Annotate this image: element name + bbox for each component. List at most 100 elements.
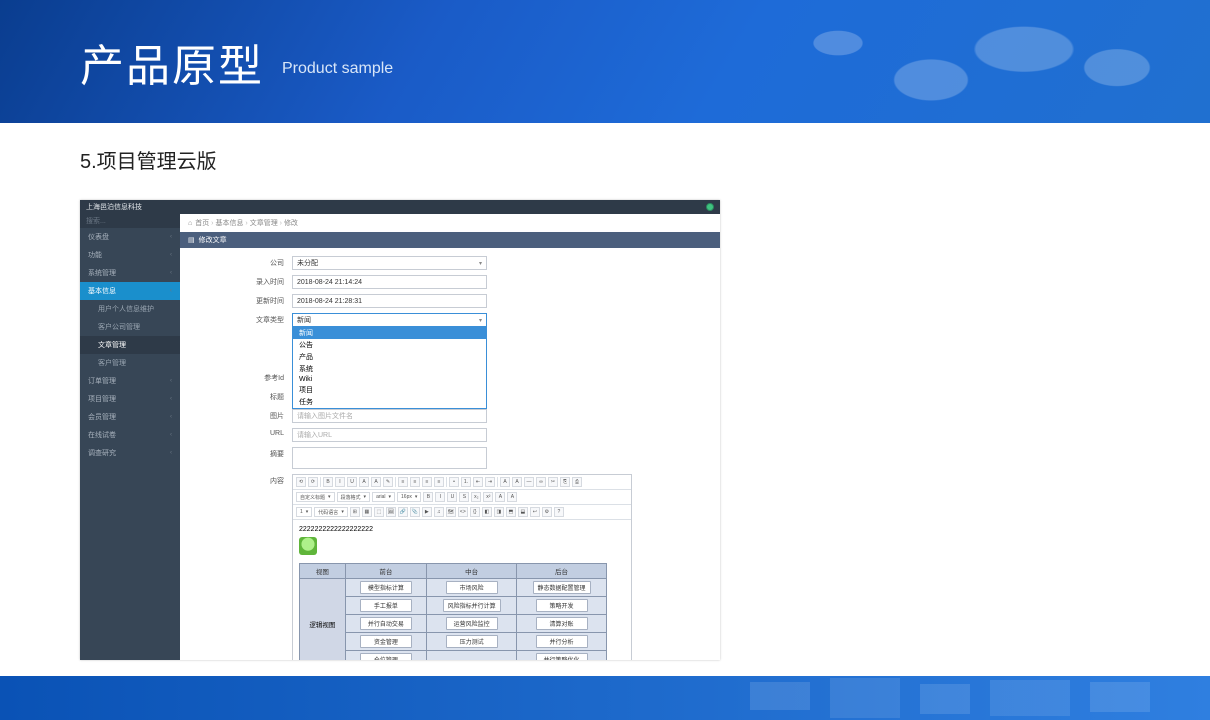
sidebar-item-基本信息[interactable]: 基本信息‹ xyxy=(80,282,180,300)
cell-button[interactable]: 风险指标并行计算 xyxy=(443,599,501,612)
editor-btn-1[interactable]: ⟳ xyxy=(308,477,318,487)
editor-btn-16[interactable]: 1. xyxy=(461,477,471,487)
type-option[interactable]: 项目 xyxy=(293,384,486,396)
breadcrumb-part[interactable]: 文章管理 xyxy=(250,220,278,227)
sidebar-item-客户管理[interactable]: 客户管理 xyxy=(80,354,180,372)
editor-btn-15[interactable]: • xyxy=(449,477,459,487)
editor-btn-21[interactable]: A xyxy=(512,477,522,487)
editor-tool-5[interactable]: 📎 xyxy=(410,507,420,517)
type-option[interactable]: 系统 xyxy=(293,363,486,375)
sidebar-item-用户个人信息维护[interactable]: 用户个人信息维护 xyxy=(80,300,180,318)
editor-tool-3[interactable]: 🖼 xyxy=(386,507,396,517)
home-icon[interactable]: ⌂ xyxy=(188,220,192,227)
editor-btn-10[interactable]: ≡ xyxy=(398,477,408,487)
editor-tool-14[interactable]: ⬓ xyxy=(518,507,528,517)
editor-fmt-2[interactable]: U xyxy=(447,492,457,502)
editor-select[interactable]: 16px▾ xyxy=(397,492,421,502)
editor-select[interactable]: 段落格式▾ xyxy=(337,492,371,502)
type-option[interactable]: 产品 xyxy=(293,351,486,363)
sidebar-search[interactable]: 搜索... xyxy=(80,214,180,228)
update-time-field[interactable]: 2018-08-24 21:28:31 xyxy=(292,294,487,308)
editor-btn-24[interactable]: ✂ xyxy=(548,477,558,487)
sidebar-item-客户公司管理[interactable]: 客户公司管理 xyxy=(80,318,180,336)
summary-field[interactable] xyxy=(292,447,487,469)
editor-btn-7[interactable]: A xyxy=(371,477,381,487)
sidebar-item-项目管理[interactable]: 项目管理‹ xyxy=(80,390,180,408)
editor-btn-0[interactable]: ⟲ xyxy=(296,477,306,487)
editor-fmt-7[interactable]: A xyxy=(507,492,517,502)
sidebar-item-仪表盘[interactable]: 仪表盘‹ xyxy=(80,228,180,246)
editor-tool-7[interactable]: ♫ xyxy=(434,507,444,517)
editor-tool-15[interactable]: ↩ xyxy=(530,507,540,517)
editor-btn-18[interactable]: ⇥ xyxy=(485,477,495,487)
editor-tool-8[interactable]: 🗺 xyxy=(446,507,456,517)
type-option[interactable]: 新闻 xyxy=(293,327,486,339)
cell-button[interactable]: 静态数据配置管理 xyxy=(533,581,591,594)
entry-time-field[interactable]: 2018-08-24 21:14:24 xyxy=(292,275,487,289)
sidebar-item-会员管理[interactable]: 会员管理‹ xyxy=(80,408,180,426)
editor-btn-17[interactable]: ⇤ xyxy=(473,477,483,487)
editor-fmt-5[interactable]: x² xyxy=(483,492,493,502)
editor-btn-26[interactable]: ⎙ xyxy=(572,477,582,487)
notification-icon[interactable] xyxy=(706,203,714,211)
breadcrumb-part[interactable]: 首页 xyxy=(195,220,209,227)
editor-btn-11[interactable]: ≡ xyxy=(410,477,420,487)
type-option[interactable]: 任务 xyxy=(293,396,486,408)
breadcrumb-part[interactable]: 基本信息 xyxy=(215,220,243,227)
sidebar-item-功能[interactable]: 功能‹ xyxy=(80,246,180,264)
editor-btn-5[interactable]: U xyxy=(347,477,357,487)
sidebar-item-文章管理[interactable]: 文章管理 xyxy=(80,336,180,354)
editor-fmt-0[interactable]: B xyxy=(423,492,433,502)
image-field[interactable]: 请输入图片文件名 xyxy=(292,409,487,423)
cell-button[interactable]: 并行自动交易 xyxy=(360,617,412,630)
editor-btn-20[interactable]: A xyxy=(500,477,510,487)
type-select[interactable]: 新闻 ▾ xyxy=(292,313,487,327)
editor-btn-6[interactable]: A xyxy=(359,477,369,487)
cell-button[interactable]: 市场风险 xyxy=(446,581,498,594)
cell-button[interactable]: 清算对账 xyxy=(536,617,588,630)
editor-tool-4[interactable]: 🔗 xyxy=(398,507,408,517)
cell-button[interactable]: 模型指标计算 xyxy=(360,581,412,594)
editor-btn-3[interactable]: B xyxy=(323,477,333,487)
editor-btn-25[interactable]: ⎘ xyxy=(560,477,570,487)
cell-button[interactable]: 资金管理 xyxy=(360,635,412,648)
sidebar-item-订单管理[interactable]: 订单管理‹ xyxy=(80,372,180,390)
editor-btn-22[interactable]: — xyxy=(524,477,534,487)
cell-button[interactable]: 并行分析 xyxy=(536,635,588,648)
editor-select[interactable]: 1▾ xyxy=(296,507,312,517)
type-option[interactable]: Wiki xyxy=(293,375,486,384)
editor-select[interactable]: 自定义标题▾ xyxy=(296,492,335,502)
sidebar-item-系统管理[interactable]: 系统管理‹ xyxy=(80,264,180,282)
editor-tool-11[interactable]: ◧ xyxy=(482,507,492,517)
url-field[interactable]: 请输入URL xyxy=(292,428,487,442)
editor-btn-12[interactable]: ≡ xyxy=(422,477,432,487)
sidebar-item-调查研究[interactable]: 调查研究‹ xyxy=(80,444,180,462)
cell-button[interactable]: 压力测试 xyxy=(446,635,498,648)
editor-btn-23[interactable]: ∞ xyxy=(536,477,546,487)
editor-select[interactable]: arial▾ xyxy=(372,492,395,502)
cell-button[interactable]: 运营风险监控 xyxy=(446,617,498,630)
cell-button[interactable]: 并行策略优化 xyxy=(536,653,588,660)
editor-tool-13[interactable]: ⬒ xyxy=(506,507,516,517)
editor-tool-10[interactable]: {} xyxy=(470,507,480,517)
editor-tool-0[interactable]: ⊞ xyxy=(350,507,360,517)
editor-fmt-4[interactable]: x₂ xyxy=(471,492,481,502)
editor-fmt-6[interactable]: A xyxy=(495,492,505,502)
editor-tool-17[interactable]: ? xyxy=(554,507,564,517)
cell-button[interactable]: 仓位管理 xyxy=(360,653,412,660)
editor-btn-13[interactable]: ≡ xyxy=(434,477,444,487)
editor-tool-2[interactable]: ⬚ xyxy=(374,507,384,517)
type-option[interactable]: 公告 xyxy=(293,339,486,351)
editor-btn-4[interactable]: I xyxy=(335,477,345,487)
cell-button[interactable]: 手工报单 xyxy=(360,599,412,612)
editor-tool-9[interactable]: <> xyxy=(458,507,468,517)
editor-tool-1[interactable]: ▦ xyxy=(362,507,372,517)
sidebar-item-在线试卷[interactable]: 在线试卷‹ xyxy=(80,426,180,444)
editor-fmt-1[interactable]: I xyxy=(435,492,445,502)
editor-content[interactable]: 2222222222222222222 视图前台中台后台 逻辑视图模型指标计算市… xyxy=(293,520,631,660)
editor-tool-12[interactable]: ◨ xyxy=(494,507,504,517)
editor-select[interactable]: 代码语言▾ xyxy=(314,507,348,517)
editor-btn-8[interactable]: ✎ xyxy=(383,477,393,487)
editor-tool-16[interactable]: ⚙ xyxy=(542,507,552,517)
company-select[interactable]: 未分配 ▾ xyxy=(292,256,487,270)
